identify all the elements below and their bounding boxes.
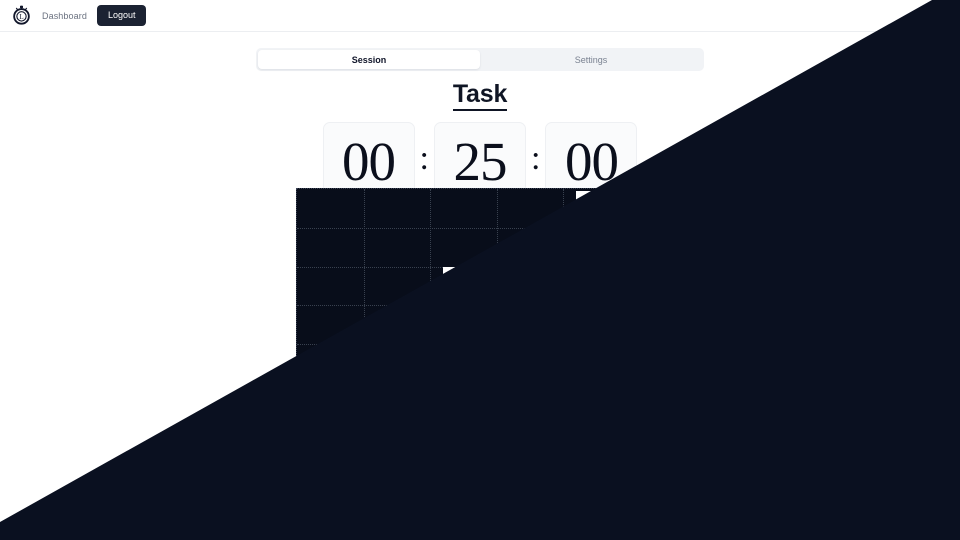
stat-card: Total Time 3h, 6m, 11s	[631, 442, 764, 502]
chart-legend-item[interactable]: Long Break	[516, 398, 565, 407]
app-root: L Dashboard Logout Session Settings Task…	[0, 0, 960, 540]
chart-x-axis-labels: Tuesday Wednesday Thursday Friday Saturday Su…	[296, 383, 762, 397]
top-navbar: L Dashboard Logout	[0, 0, 960, 32]
chart-bar	[531, 343, 551, 381]
chart-legend: Task Minutes Short Break Long Break	[0, 398, 960, 407]
logout-button[interactable]: Logout	[96, 5, 147, 26]
chart-legend-label: Long Break	[526, 398, 565, 407]
timer-separator-2: :	[531, 140, 541, 177]
all-time-heading: All Time	[196, 419, 251, 435]
chart-bar	[664, 324, 684, 381]
chart-legend-item[interactable]: Task Minutes	[395, 398, 449, 407]
chart-bars	[297, 189, 762, 381]
stat-card-label: Pomodoros Completed	[500, 454, 577, 463]
stat-card: Tasks Completed 4	[196, 442, 329, 502]
stat-card-value: 0	[500, 469, 508, 484]
chart-bar	[720, 282, 740, 381]
chart-bar	[442, 267, 462, 381]
task-title-text: Task	[452, 80, 507, 111]
chart-bar	[742, 310, 762, 381]
weekly-activity-chart	[296, 188, 762, 382]
stat-card: Pomodoros Completed 0	[486, 442, 619, 502]
chart-legend-label: Short Break	[467, 398, 508, 407]
svg-text:L: L	[19, 13, 23, 21]
all-time-stat-cards: Tasks Completed 4 Total Task Time 2h, 2m, 3…	[196, 442, 764, 502]
chart-x-tick-label: Wednesday	[442, 383, 483, 392]
stat-card: Total Task Time 2h, 2m, 33s	[341, 442, 474, 502]
chart-x-tick-label: Tuesday	[381, 383, 411, 392]
chart-legend-swatch	[516, 399, 524, 406]
stat-card-label: Tasks Completed	[210, 454, 268, 463]
stat-card-value: 2h, 2m, 33s	[355, 469, 426, 484]
tab-settings[interactable]: Settings	[480, 50, 702, 69]
chart-legend-item[interactable]: Short Break	[457, 398, 508, 407]
timer-separator-1: :	[419, 140, 429, 177]
theme-toggle-button[interactable]	[928, 5, 950, 27]
stat-card-label: Total Task Time	[355, 454, 407, 463]
stat-card-value: 4	[210, 469, 218, 484]
chart-x-tick-label: Sunday	[715, 383, 742, 392]
chart-bar	[464, 310, 484, 381]
chart-bar	[509, 354, 529, 381]
chart-legend-swatch	[457, 399, 465, 406]
chart-x-tick-label: Thursday	[513, 383, 545, 392]
tab-session[interactable]: Session	[258, 50, 480, 69]
stat-card-value: 3h, 6m, 11s	[645, 469, 715, 484]
nav-link-dashboard[interactable]: Dashboard	[42, 11, 87, 21]
chart-legend-label: Task Minutes	[405, 398, 449, 407]
stopwatch-icon[interactable]: L	[10, 5, 32, 27]
chart-legend-swatch	[395, 399, 403, 406]
chart-x-tick-label: Saturday	[647, 383, 678, 392]
session-settings-tabs: Session Settings	[256, 48, 704, 71]
moon-icon	[934, 7, 945, 25]
chart-bar	[576, 191, 596, 381]
chart-x-tick-label: Friday	[585, 383, 606, 392]
page-title: Task	[0, 80, 960, 111]
stat-card-label: Total Time	[645, 454, 680, 463]
chart-bar	[598, 310, 618, 381]
chart-bar	[698, 191, 718, 381]
chart-bar	[387, 327, 407, 381]
chart-bar	[642, 358, 662, 381]
